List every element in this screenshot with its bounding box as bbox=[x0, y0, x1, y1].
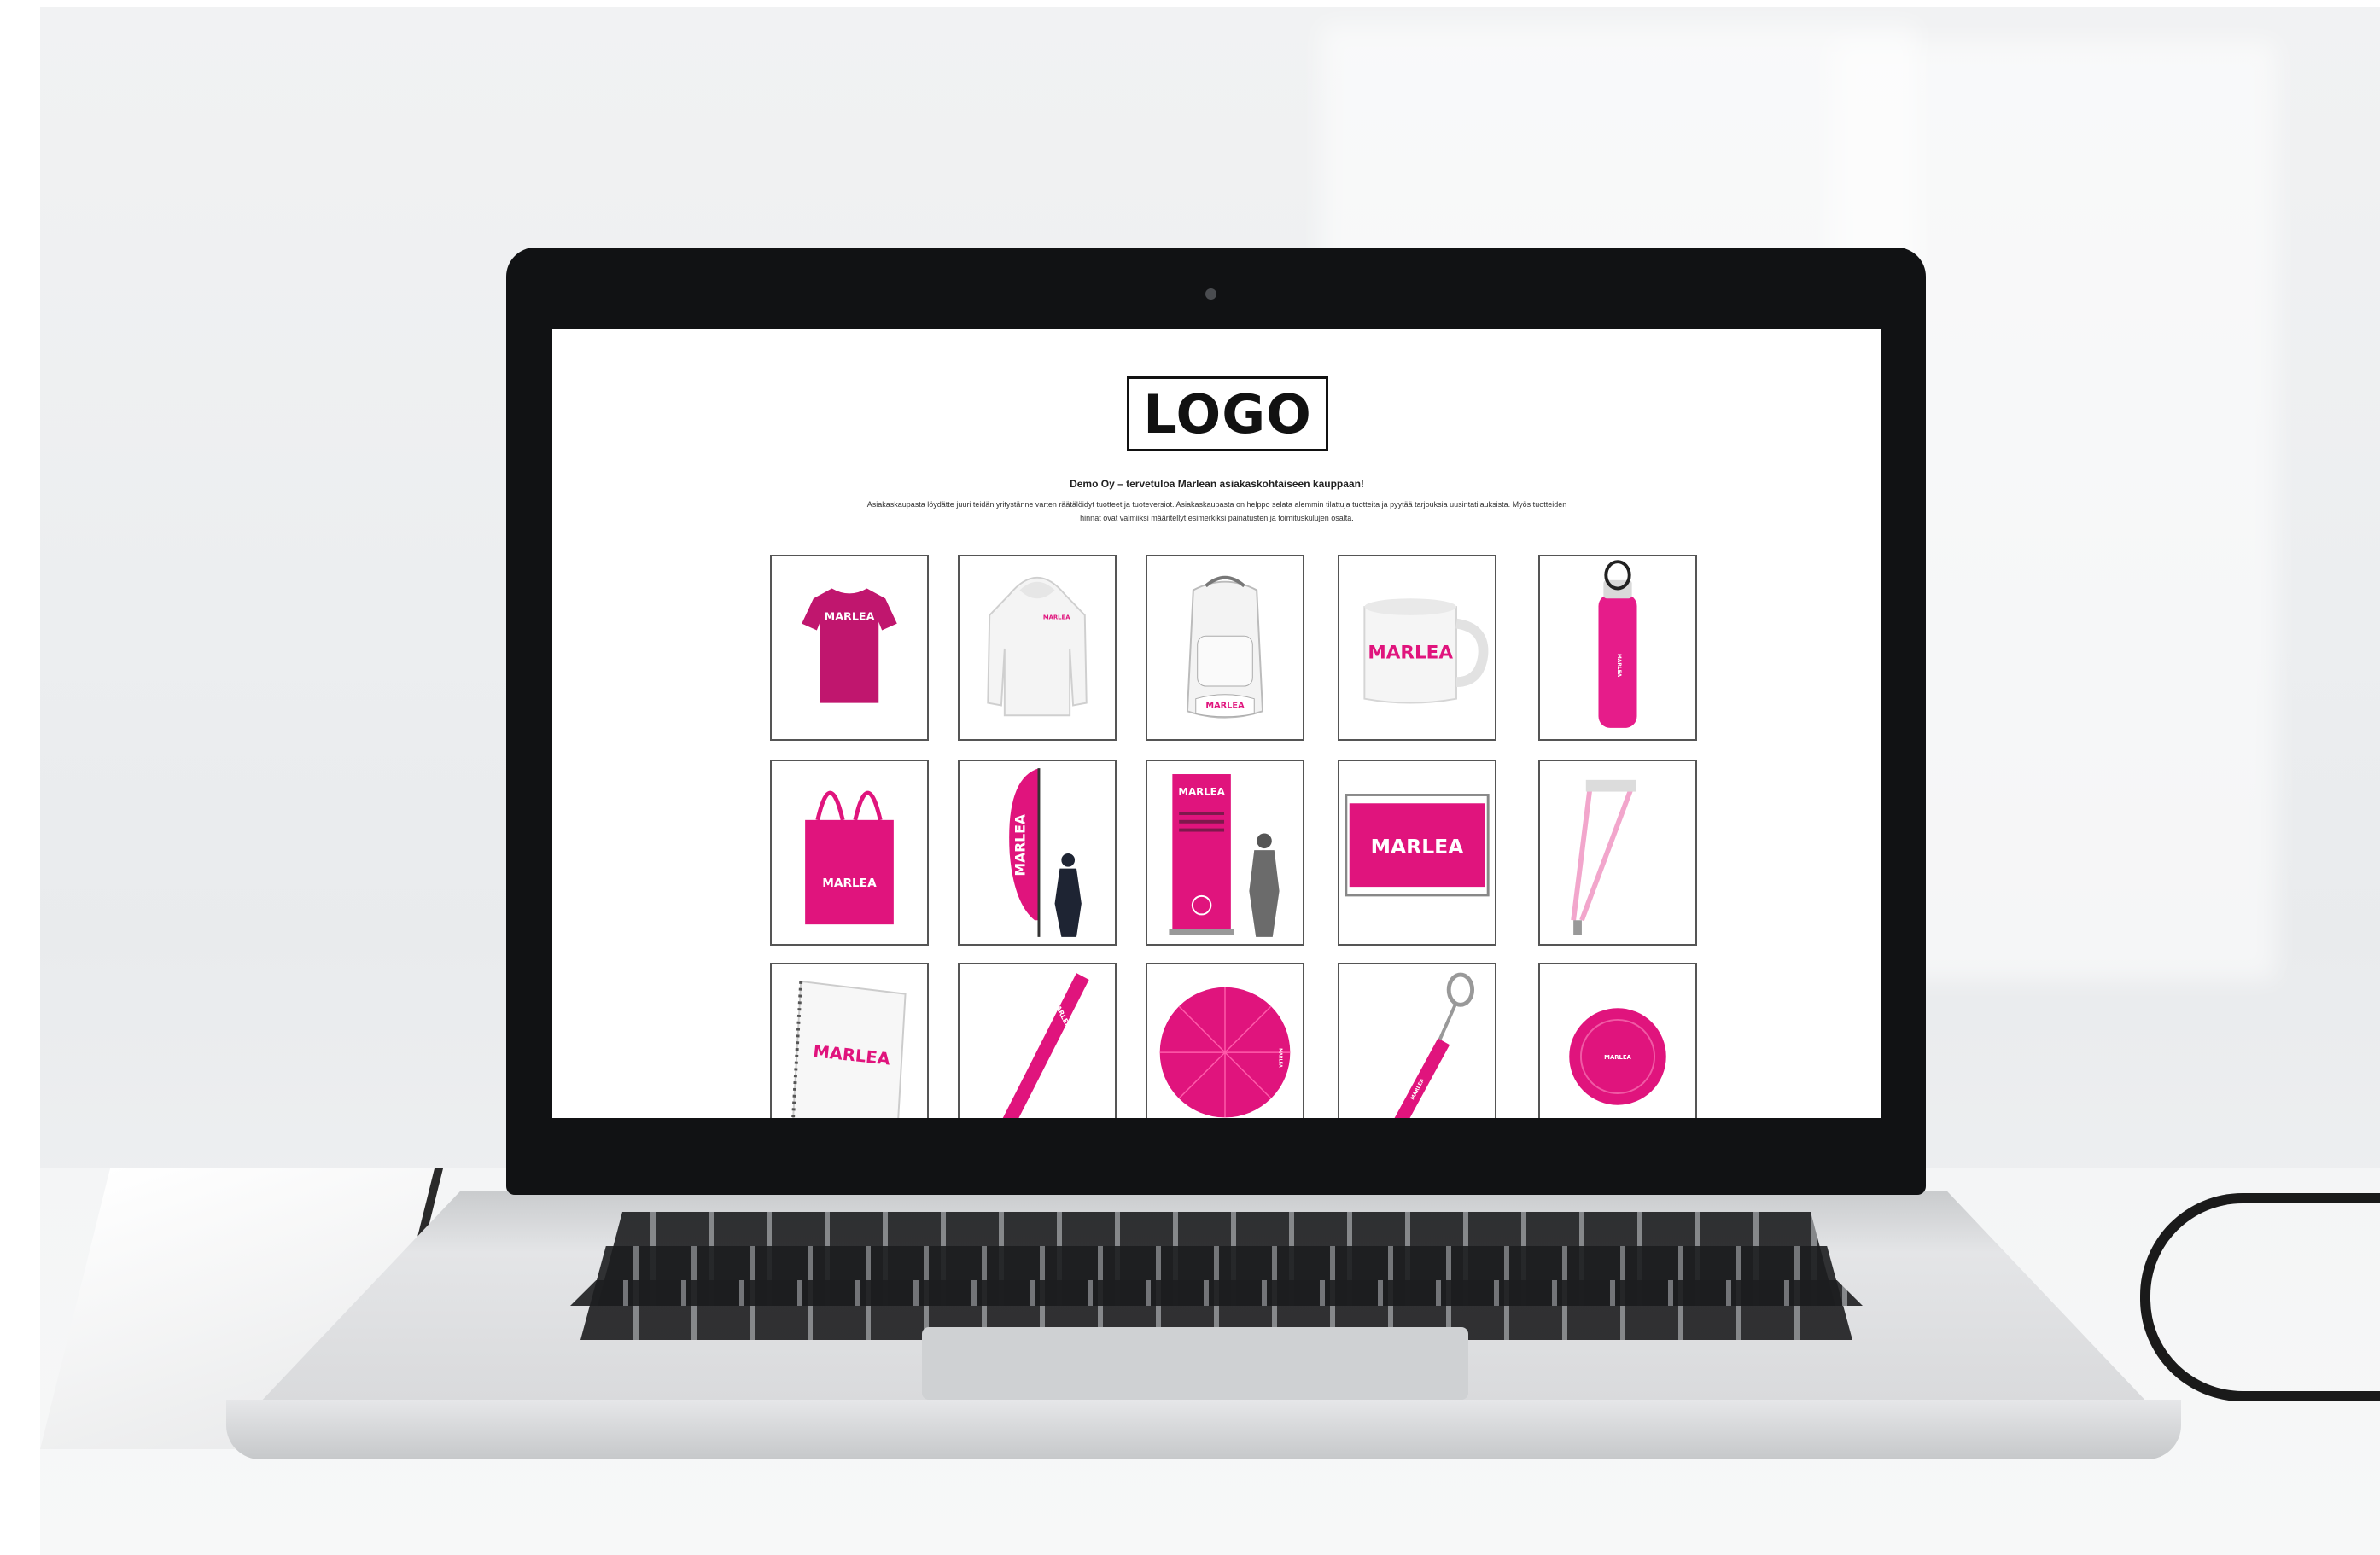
product-tile[interactable] bbox=[1538, 760, 1697, 946]
cable bbox=[2140, 1193, 2380, 1401]
svg-text:MARLEA: MARLEA bbox=[1278, 1048, 1283, 1068]
mug-icon: MARLEA bbox=[1363, 598, 1489, 704]
svg-text:MARLEA: MARLEA bbox=[1043, 614, 1070, 621]
fence-banner-icon: MARLEA bbox=[1345, 794, 1490, 897]
product-tile[interactable]: MARLEA bbox=[1146, 555, 1304, 741]
laptop-screen: LOGO Demo Oy – tervetuloa Marlean asiaka… bbox=[552, 329, 1881, 1118]
product-tile[interactable]: MARLEA bbox=[1338, 555, 1496, 741]
product-tile[interactable]: MARLEA bbox=[1146, 760, 1304, 946]
customer-logo[interactable]: LOGO bbox=[1127, 376, 1328, 451]
svg-text:MARLEA: MARLEA bbox=[1604, 1054, 1631, 1061]
trackpad bbox=[922, 1327, 1468, 1400]
window-light bbox=[1321, 24, 1918, 280]
svg-text:MARLEA: MARLEA bbox=[822, 877, 877, 890]
intro-text: Asiakaskaupasta löydätte juuri teidän yr… bbox=[866, 500, 1567, 522]
svg-text:MARLEA: MARLEA bbox=[1178, 785, 1225, 797]
beach-flag-icon: MARLEA bbox=[1009, 768, 1082, 937]
product-tile[interactable]: MARLEA bbox=[770, 555, 929, 741]
svg-text:MARLEA: MARLEA bbox=[1012, 813, 1028, 876]
tshirt-icon: MARLEA bbox=[802, 588, 897, 703]
product-tile[interactable]: MARLEA bbox=[770, 963, 929, 1118]
product-tile[interactable]: MARLEA bbox=[1338, 963, 1496, 1118]
notebook-icon: MARLEA bbox=[791, 980, 907, 1118]
product-tile[interactable]: MARLEA bbox=[958, 555, 1117, 741]
lanyard-icon bbox=[1571, 779, 1636, 935]
product-tile[interactable]: MARLEA bbox=[1538, 963, 1697, 1118]
product-tile[interactable]: MARLEA bbox=[958, 760, 1117, 946]
product-tile[interactable]: MARLEA bbox=[1146, 963, 1304, 1118]
rollup-banner-icon: MARLEA bbox=[1169, 774, 1280, 937]
svg-text:MARLEA: MARLEA bbox=[1205, 701, 1245, 710]
keychain-flashlight-icon: MARLEA bbox=[1394, 972, 1475, 1118]
tote-bag-icon: MARLEA bbox=[805, 790, 894, 925]
hoodie-icon: MARLEA bbox=[987, 576, 1088, 717]
pen-icon: MARLEA bbox=[1002, 973, 1089, 1118]
welcome-heading: Demo Oy – tervetuloa Marlean asiakaskoht… bbox=[1070, 478, 1364, 490]
water-bottle-icon: MARLEA bbox=[1598, 560, 1637, 728]
umbrella-icon: MARLEA bbox=[1159, 987, 1291, 1118]
svg-text:MARLEA: MARLEA bbox=[1371, 835, 1465, 859]
product-tile[interactable]: MARLEA bbox=[1338, 760, 1496, 946]
webcam bbox=[1205, 288, 1216, 300]
backpack-icon: MARLEA bbox=[1186, 575, 1264, 719]
keyboard-row bbox=[570, 1280, 1863, 1306]
laptop-front-edge bbox=[226, 1400, 2181, 1459]
svg-text:MARLEA: MARLEA bbox=[1616, 654, 1621, 678]
brand-text: MARLEA bbox=[825, 610, 875, 623]
svg-text:MARLEA: MARLEA bbox=[1368, 643, 1453, 664]
product-tile[interactable]: MARLEA bbox=[770, 760, 929, 946]
frisbee-icon: MARLEA bbox=[1569, 1008, 1666, 1105]
product-tile[interactable]: MARLEA bbox=[1538, 555, 1697, 741]
product-tile[interactable]: MARLEA bbox=[958, 963, 1117, 1118]
